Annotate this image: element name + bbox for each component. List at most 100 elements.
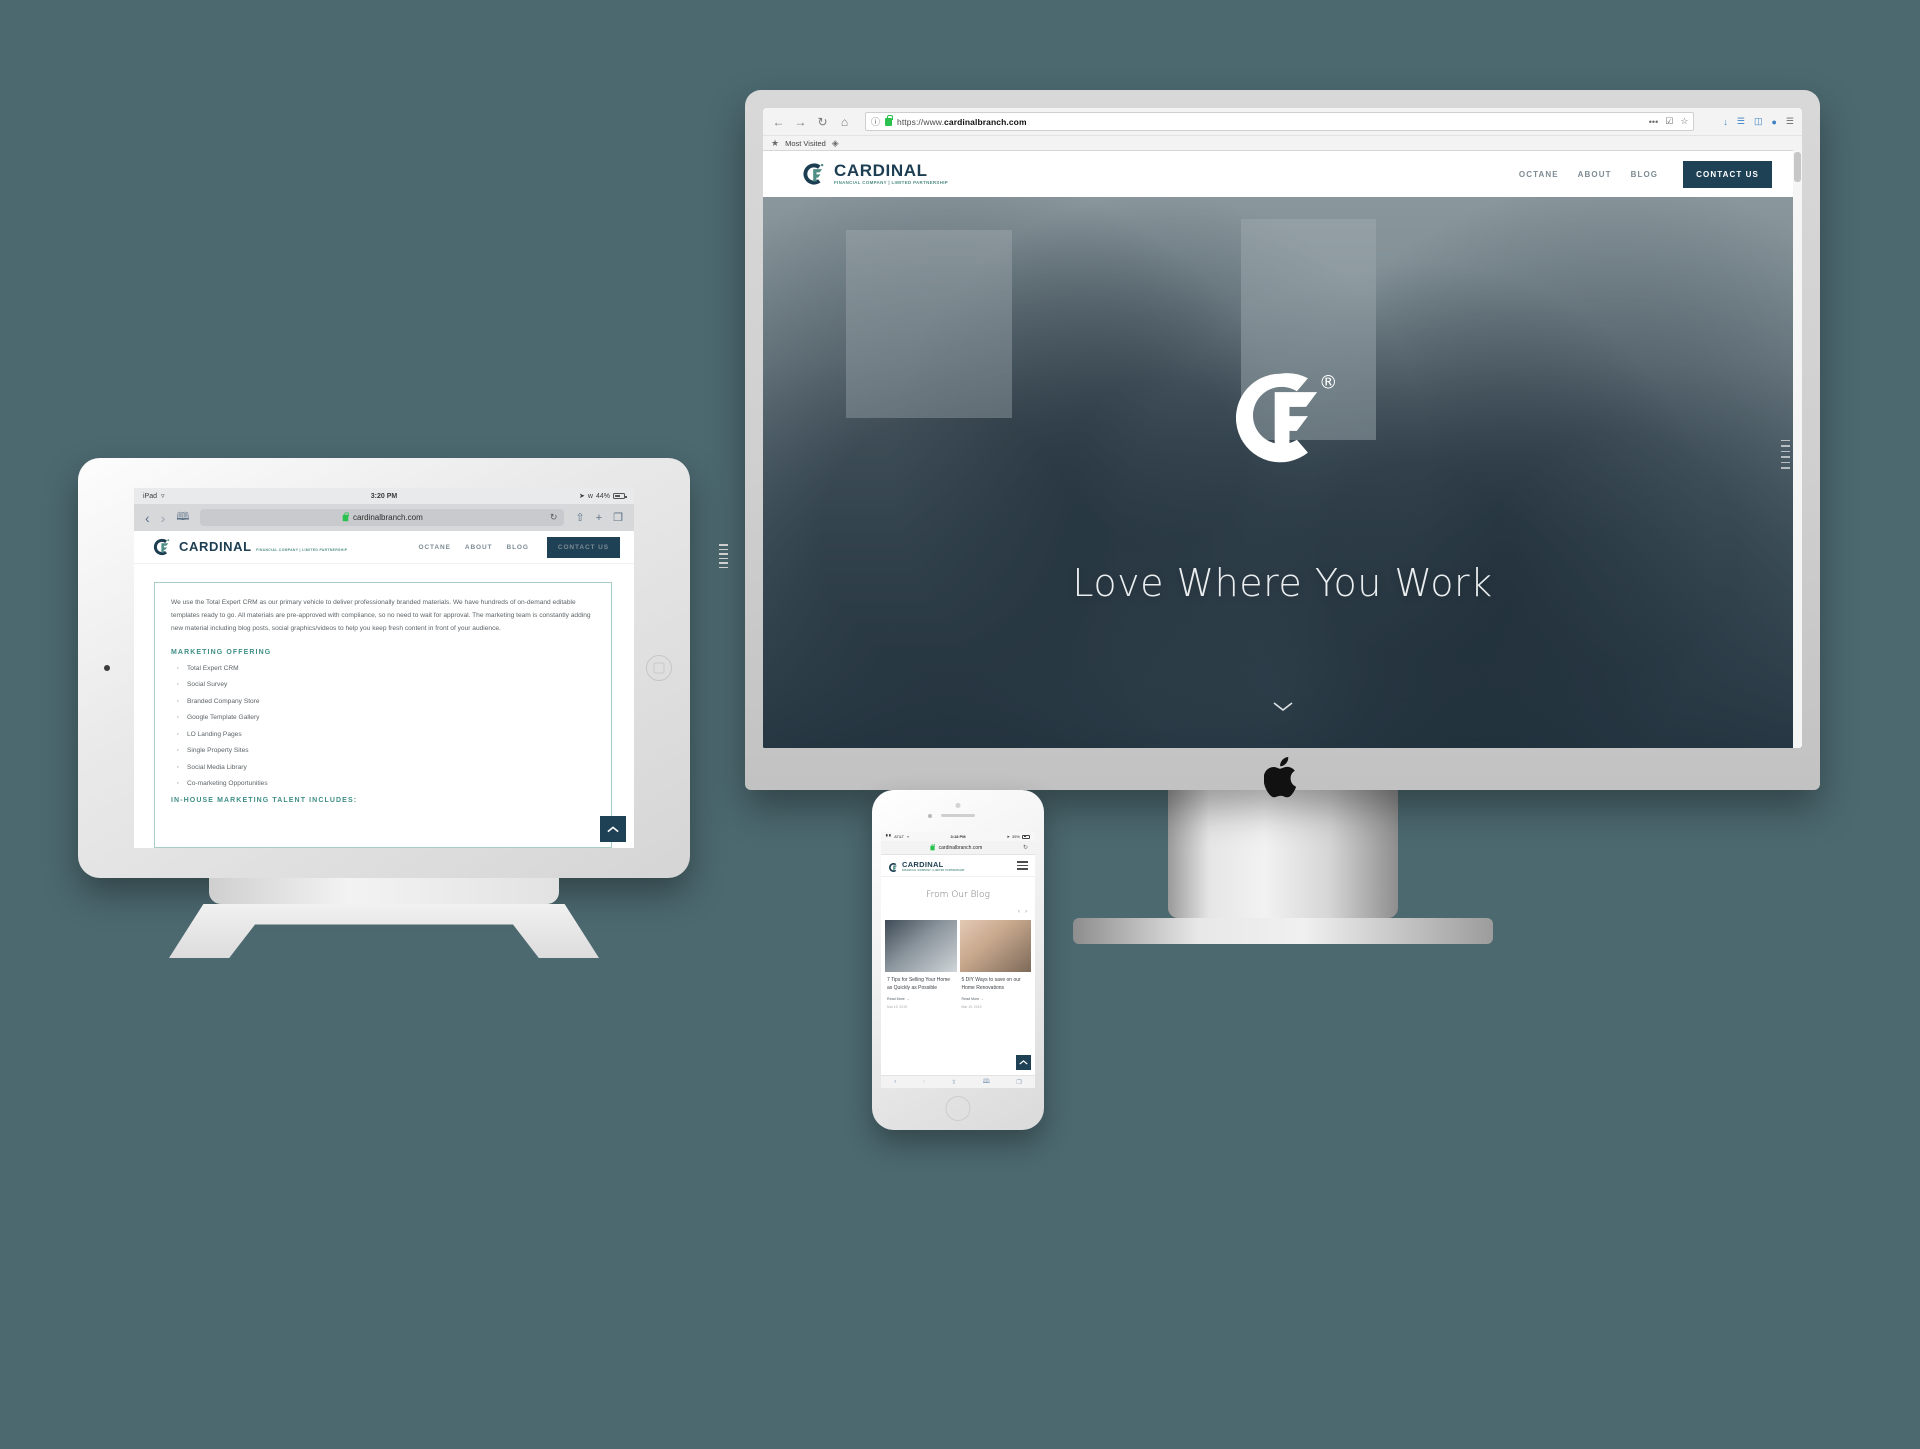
read-more-link[interactable]: Read More →	[887, 997, 955, 1001]
safari-forward-button[interactable]: ›	[923, 1079, 925, 1085]
safari-back-button[interactable]: ‹	[894, 1079, 896, 1085]
safari-url-text: cardinalbranch.com	[352, 513, 423, 522]
contact-us-button[interactable]: CONTACT US	[546, 536, 620, 558]
ipad-home-button[interactable]	[646, 655, 672, 681]
nav-item-octane[interactable]: OCTANE	[1519, 170, 1559, 179]
safari-address-bar[interactable]: cardinalbranch.com ↻	[200, 509, 565, 526]
scroll-to-top-button[interactable]	[600, 816, 626, 842]
iphone-clock: 3:18 PM	[950, 834, 966, 839]
location-arrow-icon: ➤	[1006, 834, 1010, 839]
logo-subtitle: FINANCIAL COMPANY | LIMITED PARTNERSHIP	[834, 180, 949, 186]
wifi-icon: ▿	[907, 834, 910, 839]
safari-forward-button[interactable]: ›	[161, 510, 166, 526]
blog-card-title: 5 DIY Ways to save on our Home Renovatio…	[961, 977, 1021, 991]
library-icon[interactable]: ☰	[1737, 116, 1745, 127]
chevron-up-icon	[607, 825, 619, 832]
bookmarks-icon[interactable]: 🕮	[176, 508, 189, 527]
ipad-clock: 3:20 PM	[370, 492, 398, 500]
logo-wordmark: CARDINAL	[902, 859, 944, 869]
marketing-card: We use the Total Expert CRM as our prima…	[154, 582, 612, 848]
new-tab-icon[interactable]: +	[596, 512, 602, 524]
iphone-site-header: CARDINAL FINANCIAL COMPANY | LIMITED PAR…	[881, 855, 1035, 877]
menu-icon[interactable]: ☰	[1786, 116, 1794, 127]
tabs-icon[interactable]: ❐	[613, 511, 623, 524]
iphone-address-bar[interactable]: cardinalbranch.com	[888, 843, 1023, 852]
list-item: Social Media Library	[171, 761, 595, 773]
bluetooth-icon: w	[587, 492, 593, 500]
hamburger-menu-icon[interactable]	[1017, 861, 1028, 870]
carousel-prev-button[interactable]: ‹	[1018, 909, 1020, 915]
account-icon[interactable]: ●	[1771, 117, 1776, 127]
hero-cf-logo: ®	[1223, 358, 1343, 478]
download-icon[interactable]: ↓	[1723, 117, 1728, 127]
ipad-device: iPad ▿ 3:20 PM ➤ w 44% ‹ › 🕮 cardinalbra…	[78, 458, 728, 964]
ipad-stand	[169, 878, 599, 964]
read-more-link[interactable]: Read More →	[962, 997, 1030, 1001]
safari-back-button[interactable]: ‹	[145, 510, 150, 526]
blog-card-title: 7 Tips for Selling Your Home as Quickly …	[887, 977, 951, 991]
blog-card-list: 7 Tips for Selling Your Home as Quickly …	[881, 920, 1035, 1009]
ipad-site-logo[interactable]: CARDINAL FINANCIAL COMPANY | LIMITED PAR…	[152, 537, 347, 557]
ipad-screen: iPad ▿ 3:20 PM ➤ w 44% ‹ › 🕮 cardinalbra…	[134, 488, 634, 848]
marketing-offering-heading: MARKETING OFFERING	[171, 648, 272, 656]
bookmarks-icon[interactable]: 🕮	[983, 1077, 990, 1087]
ipad-battery-percent: 44%	[595, 492, 610, 500]
site-logo[interactable]: CARDINAL FINANCIAL COMPANY | LIMITED PAR…	[801, 161, 948, 187]
nav-item-blog[interactable]: BLOG	[1631, 170, 1659, 179]
page-actions-icon[interactable]: •••	[1649, 117, 1658, 127]
imac-bezel: ← → ↻ ⌂ ⓘ https://www.cardinalbranch.com…	[745, 90, 1820, 798]
carousel-next-button[interactable]: ›	[1025, 909, 1027, 915]
list-item: Google Template Gallery	[171, 711, 595, 723]
location-arrow-icon: ➤	[579, 493, 585, 500]
reload-button[interactable]: ↻	[815, 115, 830, 129]
tabs-icon[interactable]: ❐	[1016, 1079, 1021, 1086]
nav-item-about[interactable]: ABOUT	[1578, 170, 1612, 179]
safari-reload-button[interactable]: ↻	[550, 512, 558, 523]
ipad-carrier-label: iPad	[143, 492, 158, 500]
cf-monogram-icon	[801, 161, 827, 187]
home-button[interactable]: ⌂	[837, 115, 852, 129]
ipad-body: iPad ▿ 3:20 PM ➤ w 44% ‹ › 🕮 cardinalbra…	[78, 458, 728, 878]
list-item: Total Expert CRM	[171, 662, 595, 674]
site-nav: OCTANE ABOUT BLOG CONTACT US	[1519, 160, 1772, 188]
iphone-home-button[interactable]	[945, 1096, 971, 1121]
blog-card[interactable]: 7 Tips for Selling Your Home as Quickly …	[885, 920, 957, 1009]
battery-icon	[613, 493, 627, 499]
globe-icon[interactable]: ◈	[832, 138, 839, 149]
scroll-down-chevron-icon[interactable]	[1272, 699, 1294, 712]
bookmark-star-icon[interactable]: ☆	[1680, 116, 1688, 127]
sidebar-icon[interactable]: ◫	[1754, 116, 1763, 127]
chevron-up-icon	[1019, 1060, 1028, 1065]
ipad-site-header: CARDINAL FINANCIAL COMPANY | LIMITED PAR…	[134, 531, 634, 564]
bookmark-most-visited[interactable]: Most Visited	[785, 139, 826, 148]
share-icon[interactable]: ⇧	[951, 1079, 956, 1086]
browser-scrollbar[interactable]	[1793, 150, 1802, 748]
iphone-device: ▘▘ AT&T ▿ 3:18 PM ➤ 35% cardinalbranch.c…	[872, 790, 1044, 1130]
share-icon[interactable]: ⇧	[575, 511, 584, 524]
signal-bars-icon: ▘▘	[886, 834, 893, 839]
logo-subtitle: FINANCIAL COMPANY | LIMITED PARTNERSHIP	[902, 868, 965, 872]
scrollbar-thumb[interactable]	[1794, 152, 1801, 182]
back-button[interactable]: ←	[771, 115, 786, 129]
ipad-page-content: We use the Total Expert CRM as our prima…	[134, 564, 634, 848]
contact-us-button[interactable]: CONTACT US	[1683, 160, 1772, 188]
imac-stand-foot	[1072, 918, 1493, 944]
reader-view-icon[interactable]: ☑	[1665, 116, 1673, 127]
nav-item-about[interactable]: ABOUT	[465, 544, 493, 551]
iphone-reload-button[interactable]: ↻	[1023, 844, 1028, 851]
nav-item-blog[interactable]: BLOG	[506, 544, 528, 551]
imac-stand-neck	[1167, 790, 1398, 918]
iphone-screen: ▘▘ AT&T ▿ 3:18 PM ➤ 35% cardinalbranch.c…	[881, 832, 1035, 1088]
hero-slider-indicators[interactable]	[1781, 439, 1790, 469]
site-info-icon[interactable]: ⓘ	[871, 115, 880, 128]
forward-button[interactable]: →	[793, 115, 808, 129]
iphone-bottom-toolbar: ‹ › ⇧ 🕮 ❐	[881, 1075, 1035, 1088]
scroll-to-top-button[interactable]	[1016, 1055, 1031, 1070]
url-text: https://www.cardinalbranch.com	[897, 116, 1027, 127]
address-bar[interactable]: ⓘ https://www.cardinalbranch.com ••• ☑ ☆	[865, 112, 1695, 131]
lock-icon	[930, 843, 935, 850]
nav-item-octane[interactable]: OCTANE	[418, 544, 450, 551]
logo-subtitle: FINANCIAL COMPANY | LIMITED PARTNERSHIP	[256, 548, 348, 552]
iphone-battery-percent: 35%	[1011, 834, 1020, 839]
blog-card[interactable]: 5 DIY Ways to save on our Home Renovatio…	[959, 920, 1031, 1009]
